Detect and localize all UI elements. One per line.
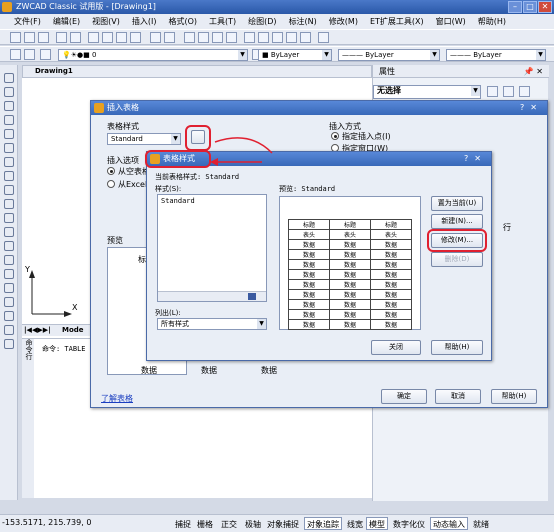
polar-toggle[interactable]: 极轴	[242, 517, 264, 530]
ortho-toggle[interactable]: 正交	[218, 517, 240, 530]
grid-toggle[interactable]: 栅格	[194, 517, 216, 530]
dyn-input-toggle[interactable]: 动态输入	[430, 517, 468, 530]
coordinates-readout: -153.5171, 215.739, 0	[2, 518, 92, 527]
annotation-arrow-icon	[210, 137, 273, 166]
model-toggle[interactable]: 模型	[366, 517, 388, 530]
osnap-toggle[interactable]: 对象捕捉	[264, 517, 302, 530]
otrack-toggle[interactable]: 对象追踪	[304, 517, 342, 530]
snap-toggle[interactable]: 捕捉	[172, 517, 194, 530]
status-bar: -153.5171, 215.739, 0 捕捉 栅格 正交 极轴 对象捕捉 对…	[0, 514, 554, 532]
tablet-toggle[interactable]: 数字化仪	[390, 517, 428, 530]
lineweight-toggle[interactable]: 线宽	[344, 517, 366, 530]
ready-status: 就绪	[473, 520, 489, 529]
